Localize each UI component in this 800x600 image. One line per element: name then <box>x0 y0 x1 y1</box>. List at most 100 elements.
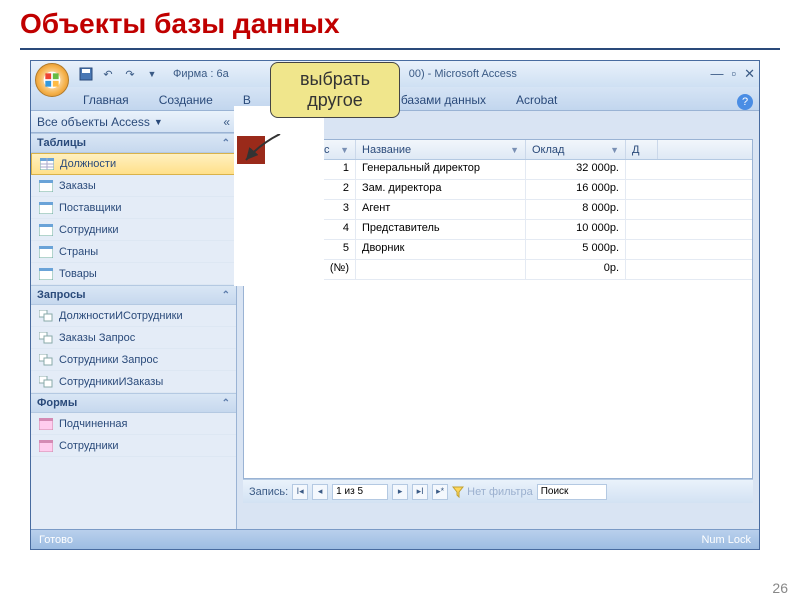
new-record-icon[interactable]: ▸* <box>432 484 448 500</box>
filter-label: Нет фильтра <box>467 486 533 498</box>
nav-item-form[interactable]: Сотрудники <box>31 435 236 457</box>
undo-icon[interactable]: ↶ <box>99 65 117 83</box>
ribbon-tab-external[interactable]: В <box>237 90 257 110</box>
filter-indicator[interactable]: Нет фильтра <box>452 486 533 498</box>
nav-item-query[interactable]: Сотрудники Запрос <box>31 349 236 371</box>
nav-item-query[interactable]: Заказы Запрос <box>31 327 236 349</box>
ribbon-tab-dbtools[interactable]: базами данных <box>395 90 492 110</box>
ribbon-tab-create[interactable]: Создание <box>153 90 219 110</box>
cell[interactable] <box>626 240 658 259</box>
status-numlock: Num Lock <box>701 534 751 546</box>
cell[interactable]: 10 000р. <box>526 220 626 239</box>
column-header[interactable]: Оклад▼ <box>526 140 626 159</box>
row-selector[interactable] <box>244 200 266 219</box>
prev-record-icon[interactable]: ◂ <box>312 484 328 500</box>
table-row[interactable]: 1Генеральный директор32 000р. <box>244 160 752 180</box>
nav-item-query[interactable]: ДолжностиИСотрудники <box>31 305 236 327</box>
row-selector[interactable] <box>244 240 266 259</box>
nav-group-head-queries[interactable]: Запросы ⌃ <box>31 285 236 305</box>
nav-item-zakazy[interactable]: Заказы <box>31 175 236 197</box>
row-selector[interactable] <box>244 180 266 199</box>
next-record-icon[interactable]: ▸ <box>392 484 408 500</box>
workspace: Все объекты Access ▼ « Таблицы ⌃ Должнос… <box>31 111 759 529</box>
nav-item-label: Сотрудники Запрос <box>59 354 158 366</box>
table-icon <box>40 158 54 170</box>
column-header[interactable]: Название▼ <box>356 140 526 159</box>
cell[interactable]: Генеральный директор <box>356 160 526 179</box>
query-icon <box>39 376 53 388</box>
column-header[interactable]: Д <box>626 140 658 159</box>
nav-item-label: ДолжностиИСотрудники <box>59 310 183 322</box>
cell[interactable] <box>356 260 526 279</box>
datasheet-grid[interactable]: КодДолжнс▼ Название▼ Оклад▼ Д 1Генеральн… <box>243 139 753 479</box>
group-label: Запросы <box>37 289 85 301</box>
search-input[interactable] <box>537 484 607 500</box>
dropdown-icon[interactable]: ▼ <box>510 145 519 155</box>
nav-group-head-tables[interactable]: Таблицы ⌃ <box>31 133 236 153</box>
nav-group-head-forms[interactable]: Формы ⌃ <box>31 393 236 413</box>
table-row[interactable]: 5Дворник5 000р. <box>244 240 752 260</box>
nav-group-tables: Таблицы ⌃ Должности Заказы Поставщики Со… <box>31 133 236 285</box>
cell[interactable]: 16 000р. <box>526 180 626 199</box>
cell[interactable] <box>626 200 658 219</box>
save-icon[interactable] <box>77 65 95 83</box>
close-icon[interactable]: ✕ <box>744 66 755 82</box>
nav-item-sotrudniki[interactable]: Сотрудники <box>31 219 236 241</box>
last-record-icon[interactable]: ▸I <box>412 484 428 500</box>
cell[interactable] <box>626 220 658 239</box>
cell[interactable]: 0р. <box>526 260 626 279</box>
nav-item-postavshchiki[interactable]: Поставщики <box>31 197 236 219</box>
dropdown-icon[interactable]: ▼ <box>610 145 619 155</box>
nav-item-query[interactable]: СотрудникиИЗаказы <box>31 371 236 393</box>
table-row[interactable]: 3Агент8 000р. <box>244 200 752 220</box>
office-button[interactable] <box>35 63 69 97</box>
cell[interactable]: 5 <box>266 240 356 259</box>
cell[interactable]: Агент <box>356 200 526 219</box>
nav-item-dolzhnosti[interactable]: Должности <box>31 153 236 175</box>
cell[interactable]: Представитель <box>356 220 526 239</box>
ribbon-tab-acrobat[interactable]: Acrobat <box>510 90 563 110</box>
table-row[interactable]: 2Зам. директора16 000р. <box>244 180 752 200</box>
filter-icon <box>452 486 464 498</box>
form-icon <box>39 418 53 430</box>
record-position-input[interactable] <box>332 484 388 500</box>
collapse-icon[interactable]: « <box>223 115 230 129</box>
nav-item-label: Должности <box>60 158 116 170</box>
cell[interactable] <box>626 180 658 199</box>
collapse-group-icon[interactable]: ⌃ <box>222 138 230 149</box>
navpane-header[interactable]: Все объекты Access ▼ « <box>31 111 236 133</box>
nav-item-tovary[interactable]: Товары <box>31 263 236 285</box>
qat-dropdown-icon[interactable]: ▼ <box>143 65 161 83</box>
form-icon <box>39 440 53 452</box>
help-icon[interactable]: ? <box>737 94 753 110</box>
row-selector[interactable] <box>244 220 266 239</box>
cell[interactable] <box>626 260 658 279</box>
collapse-group-icon[interactable]: ⌃ <box>222 290 230 301</box>
cell[interactable]: 4 <box>266 220 356 239</box>
redo-icon[interactable]: ↷ <box>121 65 139 83</box>
cell[interactable]: 8 000р. <box>526 200 626 219</box>
cell[interactable]: 32 000р. <box>526 160 626 179</box>
cell[interactable] <box>626 160 658 179</box>
nav-item-strany[interactable]: Страны <box>31 241 236 263</box>
nav-item-form[interactable]: Подчиненная <box>31 413 236 435</box>
query-icon <box>39 354 53 366</box>
dropdown-icon[interactable]: ▼ <box>154 117 163 127</box>
collapse-group-icon[interactable]: ⌃ <box>222 398 230 409</box>
dropdown-icon[interactable]: ▼ <box>340 145 349 155</box>
nav-item-label: Сотрудники <box>59 224 119 236</box>
restore-icon[interactable]: ▫ <box>731 66 736 82</box>
cell[interactable]: (№) <box>266 260 356 279</box>
cell[interactable]: 3 <box>266 200 356 219</box>
cell[interactable]: Зам. директора <box>356 180 526 199</box>
cell[interactable]: 5 000р. <box>526 240 626 259</box>
table-row-new[interactable]: (№) 0р. <box>244 260 752 280</box>
table-row[interactable]: 4Представитель10 000р. <box>244 220 752 240</box>
ribbon-tab-home[interactable]: Главная <box>77 90 135 110</box>
row-selector[interactable] <box>244 260 266 279</box>
first-record-icon[interactable]: I◂ <box>292 484 308 500</box>
cell[interactable]: Дворник <box>356 240 526 259</box>
minimize-icon[interactable]: — <box>710 66 723 82</box>
cell[interactable]: 2 <box>266 180 356 199</box>
record-navigator: Запись: I◂ ◂ ▸ ▸I ▸* Нет фильтра <box>243 479 753 503</box>
